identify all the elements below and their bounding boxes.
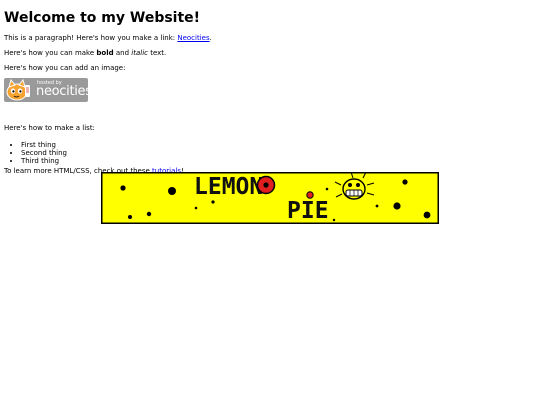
paragraph-text: This is a paragraph! Here's how you make… — [4, 34, 178, 42]
list-item: First thing — [21, 141, 536, 149]
italic-text: italic — [131, 49, 148, 57]
lemon-pie-banner: LEMON PIE — [101, 172, 439, 224]
banner-title-line1: LEMON — [194, 174, 263, 200]
list-item: Second thing — [21, 149, 536, 157]
paragraph-text: . — [209, 34, 212, 42]
paragraph-list: Here's how to make a list: — [4, 124, 95, 132]
paragraph-image: Here's how you can add an image: — [4, 64, 126, 72]
hosted-by-neocities-badge[interactable]: hosted by neocities — [4, 78, 88, 102]
paragraph-formatting: Here's how you can make bold and italic … — [4, 49, 536, 58]
page-title: Welcome to my Website! — [4, 10, 201, 26]
list-item: Third thing — [21, 157, 536, 165]
badge-brand-text: neocities — [36, 84, 88, 99]
paragraph-text: and — [113, 49, 132, 57]
banner-title-line2: PIE — [287, 198, 329, 224]
paragraph-link: This is a paragraph! Here's how you make… — [4, 34, 536, 43]
page: Welcome to my Website! This is a paragra… — [0, 0, 540, 405]
neocities-link[interactable]: Neocities — [177, 34, 209, 42]
lemon-pie-banner-image: LEMON PIE — [101, 172, 439, 224]
paragraph-text: text. — [147, 49, 167, 57]
paragraph-text: Here's how you can make — [4, 49, 97, 57]
neocities-cat-icon — [6, 79, 30, 101]
item-list: First thing Second thing Third thing — [4, 141, 536, 165]
bold-text: bold — [96, 49, 114, 57]
